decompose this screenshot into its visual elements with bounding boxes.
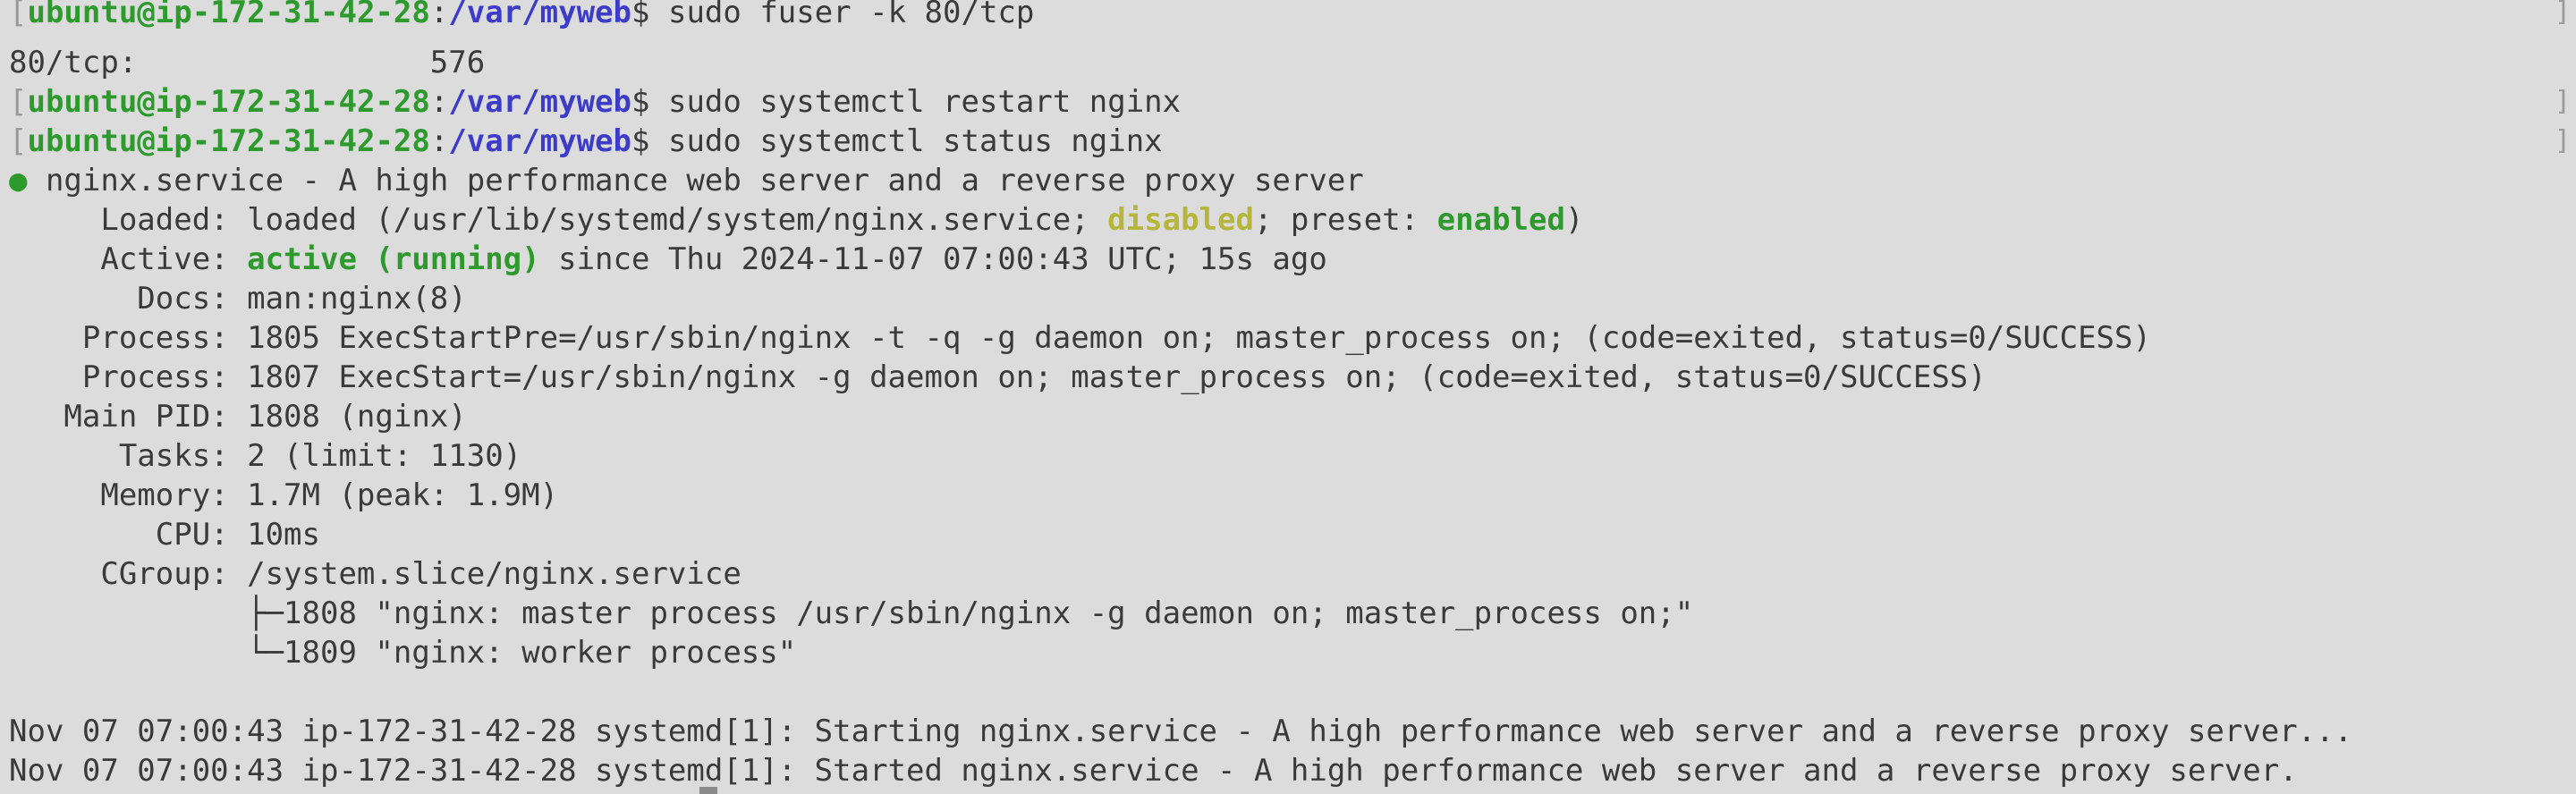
loaded-mid: ; preset: <box>1253 202 1437 238</box>
status-dot-icon: ● <box>9 163 28 198</box>
prompt-path: /var/myweb <box>448 84 632 120</box>
process-line-1: Process: 1805 ExecStartPre=/usr/sbin/ngi… <box>9 320 2151 356</box>
prompt-colon: : <box>429 84 449 120</box>
tasks-line: Tasks: 2 (limit: 1130) <box>9 438 522 474</box>
prompt-user-host: ubuntu@ip-172-31-42-28 <box>27 123 430 159</box>
right-bracket: ] <box>2554 0 2571 28</box>
command-text: sudo systemctl status nginx <box>649 123 1163 159</box>
loaded-prefix: Loaded: loaded (/usr/lib/systemd/system/… <box>9 202 1108 238</box>
prompt-user-host: ubuntu@ip-172-31-42-28 <box>27 84 430 120</box>
terminal-window[interactable]: [ubuntu@ip-172-31-42-28:/var/myweb$ sudo… <box>0 0 2576 794</box>
memory-line: Memory: 1.7M (peak: 1.9M) <box>9 477 559 513</box>
prompt-symbol: $ <box>631 0 650 30</box>
prompt-line-2: [ubuntu@ip-172-31-42-28:/var/myweb$ sudo… <box>9 82 1181 122</box>
prompt-colon: : <box>429 0 449 30</box>
loaded-line: Loaded: loaded (/usr/lib/systemd/system/… <box>9 200 1583 240</box>
cgroup-line: CGroup: /system.slice/nginx.service <box>9 556 741 592</box>
right-bracket: ] <box>2554 125 2571 156</box>
cpu-line: CPU: 10ms <box>9 517 320 553</box>
prompt-path: /var/myweb <box>448 123 632 159</box>
left-bracket: [ <box>9 0 28 30</box>
process-line-2: Process: 1807 ExecStart=/usr/sbin/nginx … <box>9 359 1987 395</box>
prompt-user-host: ubuntu@ip-172-31-42-28 <box>27 0 430 30</box>
active-suffix: since Thu 2024-11-07 07:00:43 UTC; 15s a… <box>539 241 1327 277</box>
main-pid-line: Main PID: 1808 (nginx) <box>9 399 467 435</box>
cgroup-tree-item: └─1809 "nginx: worker process" <box>9 635 797 671</box>
text-cursor <box>699 787 717 794</box>
right-bracket: ] <box>2554 86 2571 117</box>
prompt-symbol: $ <box>631 84 650 120</box>
prompt-line-3: [ubuntu@ip-172-31-42-28:/var/myweb$ sudo… <box>9 122 1163 161</box>
active-state: active (running) <box>247 241 540 277</box>
prompt-symbol: $ <box>631 123 650 159</box>
cgroup-tree-item: ├─1808 "nginx: master process /usr/sbin/… <box>9 596 1694 631</box>
prompt-line-1: [ubuntu@ip-172-31-42-28:/var/myweb$ sudo… <box>9 0 1034 32</box>
active-prefix: Active: <box>9 241 248 277</box>
service-header: ● nginx.service - A high performance web… <box>9 161 1364 200</box>
log-line: Nov 07 07:00:43 ip-172-31-42-28 systemd[… <box>9 753 2298 789</box>
command-text: sudo systemctl restart nginx <box>649 84 1182 120</box>
loaded-disabled: disabled <box>1107 202 1254 238</box>
command-text: sudo fuser -k 80/tcp <box>649 0 1035 30</box>
active-line: Active: active (running) since Thu 2024-… <box>9 240 1327 279</box>
loaded-enabled: enabled <box>1436 202 1565 238</box>
prompt-path: /var/myweb <box>448 0 632 30</box>
left-bracket: [ <box>9 84 28 120</box>
docs-line: Docs: man:nginx(8) <box>9 281 467 317</box>
fuser-output: 80/tcp: 576 <box>9 45 486 80</box>
service-description: nginx.service - A high performance web s… <box>27 163 1364 198</box>
log-line: Nov 07 07:00:43 ip-172-31-42-28 systemd[… <box>9 714 2353 749</box>
left-bracket: [ <box>9 123 28 159</box>
loaded-suffix: ) <box>1564 202 1584 238</box>
prompt-colon: : <box>429 123 449 159</box>
